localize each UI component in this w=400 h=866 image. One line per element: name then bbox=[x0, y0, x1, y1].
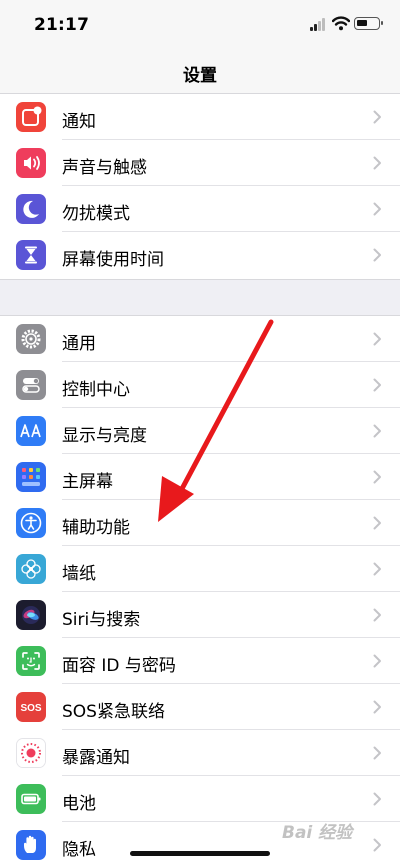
chevron-right-icon bbox=[373, 746, 381, 760]
settings-item-label: 声音与触感 bbox=[62, 158, 147, 178]
home-indicator[interactable] bbox=[130, 851, 270, 856]
chevron-right-icon bbox=[373, 110, 381, 124]
navigation-bar: 设置 bbox=[0, 50, 400, 94]
settings-item-label: SOS紧急联络 bbox=[62, 702, 165, 722]
chevron-right-icon bbox=[373, 202, 381, 216]
settings-item-home-screen[interactable]: 主屏幕 bbox=[0, 454, 400, 500]
cellular-signal-icon bbox=[310, 17, 328, 31]
chevron-right-icon bbox=[373, 516, 381, 530]
chevron-right-icon bbox=[373, 792, 381, 806]
watermark: Bai 经验 bbox=[282, 823, 353, 843]
chevron-right-icon bbox=[373, 608, 381, 622]
chevron-right-icon bbox=[373, 562, 381, 576]
face-id-icon bbox=[16, 646, 46, 676]
settings-item-label: 墙纸 bbox=[62, 564, 96, 584]
settings-item-label: 隐私 bbox=[62, 840, 96, 860]
settings-item-display-brightness[interactable]: 显示与亮度 bbox=[0, 408, 400, 454]
settings-item-notifications[interactable]: 通知 bbox=[0, 94, 400, 140]
settings-item-accessibility[interactable]: 辅助功能 bbox=[0, 500, 400, 546]
settings-group-2: 通用 控制中心 显示与亮度 主屏幕 辅助功能 墙纸 Siri与搜索 面容 ID … bbox=[0, 315, 400, 866]
chevron-right-icon bbox=[373, 156, 381, 170]
wallpaper-icon bbox=[16, 554, 46, 584]
chevron-right-icon bbox=[373, 332, 381, 346]
chevron-right-icon bbox=[373, 470, 381, 484]
settings-item-label: 面容 ID 与密码 bbox=[62, 656, 176, 676]
page-title: 设置 bbox=[183, 66, 217, 86]
sos-icon: SOS bbox=[16, 692, 46, 722]
settings-item-general[interactable]: 通用 bbox=[0, 316, 400, 362]
settings-item-label: Siri与搜索 bbox=[62, 610, 141, 630]
settings-item-label: 控制中心 bbox=[62, 380, 130, 400]
moon-icon bbox=[16, 194, 46, 224]
settings-item-label: 通知 bbox=[62, 112, 96, 132]
settings-item-control-center[interactable]: 控制中心 bbox=[0, 362, 400, 408]
chevron-right-icon bbox=[373, 654, 381, 668]
settings-item-label: 主屏幕 bbox=[62, 472, 113, 492]
settings-item-screen-time[interactable]: 屏幕使用时间 bbox=[0, 232, 400, 278]
settings-item-emergency-sos[interactable]: SOS SOS紧急联络 bbox=[0, 684, 400, 730]
settings-item-label: 通用 bbox=[62, 334, 96, 354]
chevron-right-icon bbox=[373, 248, 381, 262]
chevron-right-icon bbox=[373, 700, 381, 714]
settings-item-siri-search[interactable]: Siri与搜索 bbox=[0, 592, 400, 638]
exposure-icon bbox=[16, 738, 46, 768]
wifi-icon bbox=[331, 15, 351, 35]
settings-item-label: 显示与亮度 bbox=[62, 426, 147, 446]
status-bar: 21:17 bbox=[0, 0, 400, 50]
settings-item-label: 勿扰模式 bbox=[62, 204, 130, 224]
chevron-right-icon bbox=[373, 838, 381, 852]
settings-item-do-not-disturb[interactable]: 勿扰模式 bbox=[0, 186, 400, 232]
battery-icon bbox=[354, 17, 383, 30]
settings-item-battery[interactable]: 电池 bbox=[0, 776, 400, 822]
hourglass-icon bbox=[16, 240, 46, 270]
settings-group-1: 通知 声音与触感 勿扰模式 屏幕使用时间 bbox=[0, 94, 400, 280]
battery-app-icon bbox=[16, 784, 46, 814]
settings-item-label: 辅助功能 bbox=[62, 518, 130, 538]
settings-item-label: 电池 bbox=[62, 794, 96, 814]
toggles-icon bbox=[16, 370, 46, 400]
settings-item-exposure-notifications[interactable]: 暴露通知 bbox=[0, 730, 400, 776]
hand-icon bbox=[16, 830, 46, 860]
home-screen-icon bbox=[16, 462, 46, 492]
status-time: 21:17 bbox=[34, 15, 90, 35]
chevron-right-icon bbox=[373, 378, 381, 392]
svg-text:SOS: SOS bbox=[20, 703, 41, 714]
settings-item-label: 暴露通知 bbox=[62, 748, 130, 768]
settings-item-sounds[interactable]: 声音与触感 bbox=[0, 140, 400, 186]
accessibility-icon bbox=[16, 508, 46, 538]
chevron-right-icon bbox=[373, 424, 381, 438]
sounds-icon bbox=[16, 148, 46, 178]
settings-item-label: 屏幕使用时间 bbox=[62, 250, 164, 270]
notifications-icon bbox=[16, 102, 46, 132]
siri-icon bbox=[16, 600, 46, 630]
display-icon bbox=[16, 416, 46, 446]
settings-item-wallpaper[interactable]: 墙纸 bbox=[0, 546, 400, 592]
settings-item-face-id-passcode[interactable]: 面容 ID 与密码 bbox=[0, 638, 400, 684]
gear-icon bbox=[16, 324, 46, 354]
